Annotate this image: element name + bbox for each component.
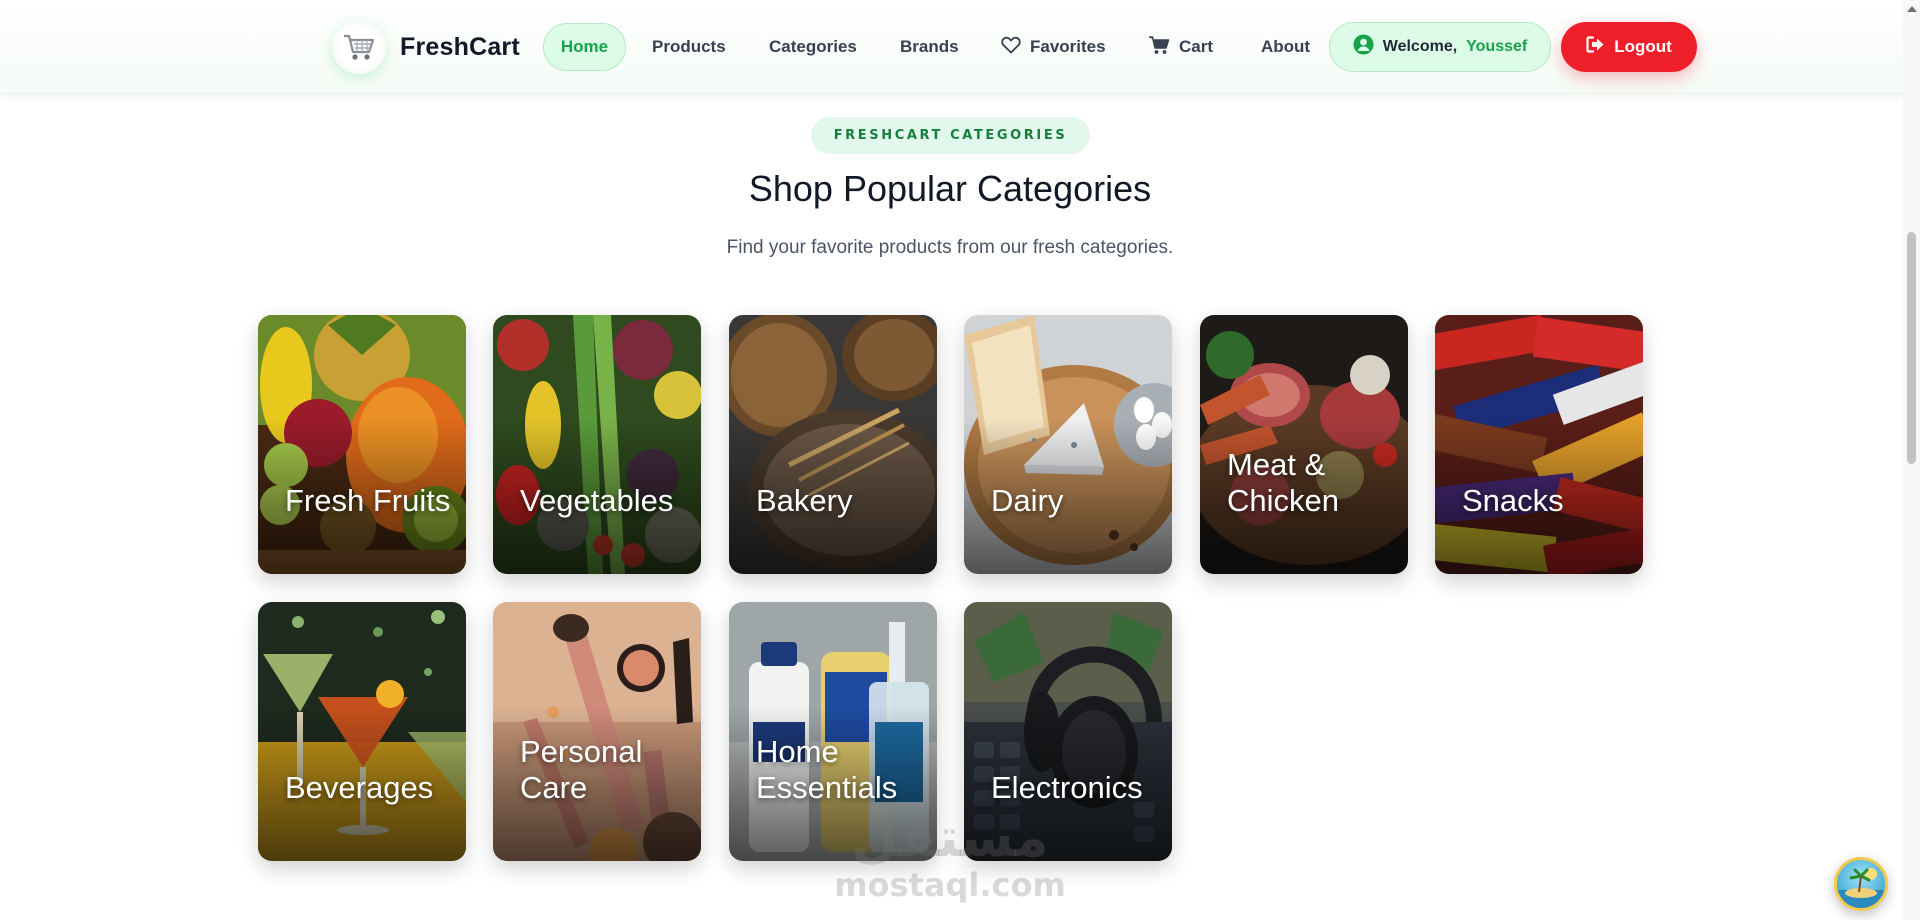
category-card-meat-chicken[interactable]: Meat & Chicken — [1200, 315, 1408, 574]
nav-categories-link[interactable]: Categories — [769, 23, 857, 71]
nav-about-link[interactable]: About — [1261, 23, 1310, 71]
watermark-latin: mostaql.com — [834, 866, 1066, 904]
section-badge: FRESHCART CATEGORIES — [811, 117, 1090, 154]
nav-home-link[interactable]: Home — [543, 23, 626, 71]
categories-grid: Fresh Fruits Vegetables Bakery Dairy Mea… — [258, 315, 1648, 861]
section-title: Shop Popular Categories — [748, 168, 1152, 209]
scrollbar-thumb[interactable] — [1907, 232, 1916, 464]
category-label: Dairy — [991, 483, 1064, 518]
category-card-personal-care[interactable]: Personal Care — [493, 602, 701, 861]
nav-cart-link[interactable]: Cart — [1148, 23, 1213, 71]
nav-favorites-link[interactable]: Favorites — [1001, 23, 1106, 71]
logout-button[interactable]: Logout — [1561, 22, 1697, 72]
category-card-bakery[interactable]: Bakery — [729, 315, 937, 574]
category-card-electronics[interactable]: Electronics — [964, 602, 1172, 861]
section-subtitle: Find your favorite products from our fre… — [726, 237, 1174, 258]
category-label: Snacks — [1462, 483, 1564, 518]
category-label: Bakery — [756, 483, 853, 518]
category-card-vegetables[interactable]: Vegetables — [493, 315, 701, 574]
welcome-user-pill[interactable]: Welcome, Youssef — [1329, 22, 1551, 72]
welcome-user-name: Youssef — [1466, 38, 1528, 55]
vertical-scrollbar[interactable] — [1903, 0, 1920, 920]
category-label: Electronics — [991, 770, 1143, 805]
nav-cart-label: Cart — [1179, 37, 1214, 56]
top-navbar: FreshCart Home Products Categories Brand… — [0, 0, 1920, 94]
nav-products-link[interactable]: Products — [652, 23, 726, 71]
category-card-home-essentials[interactable]: Home Essentials — [729, 602, 937, 861]
category-label: Personal Care — [520, 734, 643, 805]
nav-brands-link[interactable]: Brands — [900, 23, 959, 71]
category-card-dairy[interactable]: Dairy — [964, 315, 1172, 574]
category-label: Home Essentials — [756, 734, 898, 805]
category-card-beverages[interactable]: Beverages — [258, 602, 466, 861]
sign-out-icon — [1586, 36, 1605, 58]
category-card-fresh-fruits[interactable]: Fresh Fruits — [258, 315, 466, 574]
welcome-prefix: Welcome, — [1382, 38, 1458, 55]
category-label: Fresh Fruits — [285, 483, 451, 518]
cart-icon — [1148, 35, 1170, 60]
category-label: Vegetables — [520, 483, 674, 518]
brand[interactable]: FreshCart — [332, 20, 520, 74]
category-card-snacks[interactable]: Snacks — [1435, 315, 1643, 574]
logout-label: Logout — [1614, 37, 1672, 56]
brand-name: FreshCart — [400, 32, 520, 61]
shopping-cart-logo-icon — [332, 20, 386, 74]
heart-icon — [1001, 36, 1021, 59]
scroll-up-arrow-icon[interactable] — [1907, 6, 1917, 12]
category-label: Beverages — [285, 770, 434, 805]
island-avatar-icon[interactable] — [1834, 857, 1888, 911]
category-label: Meat & Chicken — [1227, 447, 1339, 518]
nav-favorites-label: Favorites — [1030, 37, 1106, 56]
user-circle-icon — [1353, 34, 1374, 60]
